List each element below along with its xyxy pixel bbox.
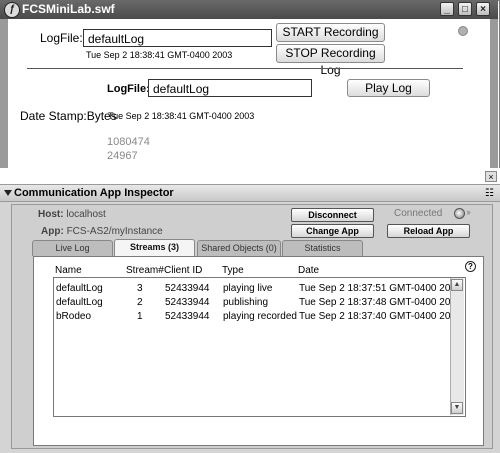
minimize-button[interactable]: _ <box>440 2 454 16</box>
signal-arrows-icon: ››› <box>466 207 471 217</box>
window-frame-left <box>0 19 8 168</box>
datestamp-label: Date Stamp:Bytes <box>20 109 117 123</box>
bytes-value-1: 1080474 <box>107 136 150 148</box>
tab-streams[interactable]: Streams (3) <box>114 239 195 256</box>
panel-header[interactable]: Communication App Inspector ☷ <box>0 184 500 202</box>
list-scrollbar[interactable] <box>450 278 464 415</box>
row-2-stream[interactable]: 2 <box>137 297 143 308</box>
row-1-client-id[interactable]: 52433944 <box>165 283 210 294</box>
close-button[interactable]: × <box>476 2 490 16</box>
app-label: App: <box>41 226 64 237</box>
reload-app-button[interactable]: Reload App <box>387 224 470 238</box>
tab-statistics[interactable]: Statistics <box>282 240 363 256</box>
row-1-type[interactable]: playing live <box>223 283 272 294</box>
row-2-date[interactable]: Tue Sep 2 18:37:48 GMT-0400 2003 <box>299 297 462 308</box>
column-header-client-id: Client ID <box>164 265 203 276</box>
row-3-stream[interactable]: 1 <box>137 311 143 322</box>
play-log-button[interactable]: Play Log <box>347 79 430 97</box>
scroll-down-icon[interactable]: ▼ <box>451 402 463 414</box>
maximize-button[interactable]: □ <box>458 2 472 16</box>
connection-status: Connected <box>394 208 443 219</box>
panel-gap <box>0 168 500 176</box>
tab-live-log[interactable]: Live Log <box>32 240 113 256</box>
column-header-name: Name <box>55 265 82 276</box>
app-info: App: FCS-AS2/myInstance <box>41 226 163 237</box>
column-header-type: Type <box>222 265 244 276</box>
row-2-client-id[interactable]: 52433944 <box>165 297 210 308</box>
app-value: FCS-AS2/myInstance <box>66 226 163 237</box>
row-2-name[interactable]: defaultLog <box>56 297 103 308</box>
connection-indicator-icon <box>454 208 465 219</box>
column-header-date: Date <box>298 265 320 276</box>
play-logfile-label: LogFile: <box>107 83 150 95</box>
stop-recording-button[interactable]: STOP Recording Log <box>276 44 385 77</box>
help-icon[interactable]: ? <box>465 261 476 272</box>
status-led-icon <box>458 26 468 36</box>
row-1-date[interactable]: Tue Sep 2 18:37:51 GMT-0400 2003 <box>299 283 462 294</box>
record-timestamp: Tue Sep 2 18:38:41 GMT-0400 2003 <box>86 50 233 60</box>
section-divider <box>27 68 463 69</box>
play-logfile-input[interactable]: defaultLog <box>148 79 312 97</box>
window-title: FCSMiniLab.swf <box>22 2 115 16</box>
window-frame-right <box>490 19 498 168</box>
scroll-up-icon[interactable]: ▲ <box>451 279 463 291</box>
record-logfile-label: LogFile: <box>40 31 83 45</box>
row-3-name[interactable]: bRodeo <box>56 311 91 322</box>
column-header-stream: Stream# <box>126 265 164 276</box>
bytes-value-2: 24967 <box>107 150 138 162</box>
change-app-button[interactable]: Change App <box>291 224 374 238</box>
row-3-date[interactable]: Tue Sep 2 18:37:40 GMT-0400 2003 <box>299 311 462 322</box>
disconnect-button[interactable]: Disconnect <box>291 208 374 222</box>
row-2-type[interactable]: publishing <box>223 297 268 308</box>
flash-app-icon: ƒ <box>4 2 20 18</box>
panel-options-menu-icon[interactable]: ☷ <box>485 188 494 199</box>
host-label: Host: <box>38 209 64 220</box>
panel-close-icon[interactable]: × <box>485 171 497 182</box>
window-titlebar[interactable]: ƒ FCSMiniLab.swf _ □ × <box>0 0 498 19</box>
row-3-type[interactable]: playing recorded <box>223 311 297 322</box>
datestamp-value: Tue Sep 2 18:38:41 GMT-0400 2003 <box>108 111 255 121</box>
row-3-client-id[interactable]: 52433944 <box>165 311 210 322</box>
start-recording-button[interactable]: START Recording Log <box>276 23 385 56</box>
row-1-stream[interactable]: 3 <box>137 283 143 294</box>
panel-title: Communication App Inspector <box>14 187 174 199</box>
host-info: Host: localhost <box>38 209 106 220</box>
record-logfile-input[interactable]: defaultLog <box>83 29 272 47</box>
tab-shared-objects[interactable]: Shared Objects (0) <box>197 240 281 256</box>
row-1-name[interactable]: defaultLog <box>56 283 103 294</box>
collapse-triangle-icon[interactable] <box>4 190 12 196</box>
host-value: localhost <box>66 209 106 220</box>
